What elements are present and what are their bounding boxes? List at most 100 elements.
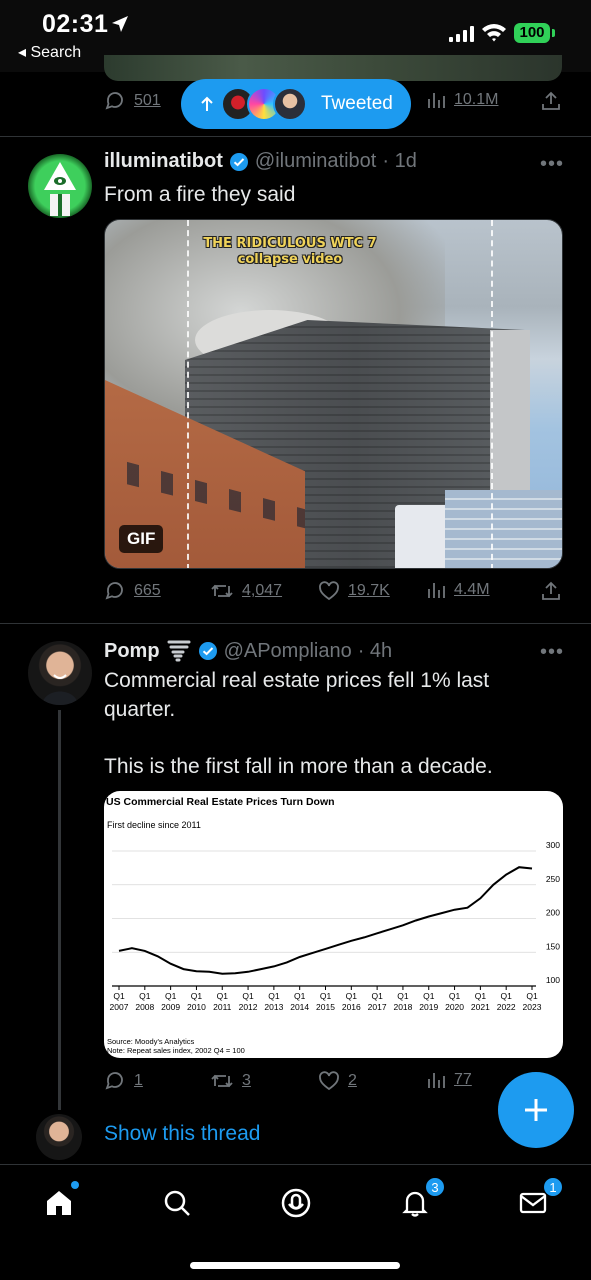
previous-tweet-media[interactable] [104,55,562,81]
heart-icon [319,1071,339,1091]
views-button[interactable]: 4.4M [426,580,490,600]
views-button[interactable]: 10.1M [426,90,498,110]
back-to-search-link[interactable]: ◂ Search [18,42,81,62]
divider [0,136,591,137]
pill-label: Tweeted [321,93,393,114]
share-icon [542,91,560,110]
chart-subtitle: First decline since 2011 [107,820,201,830]
plus-icon [525,1099,547,1121]
tweet1-actions: 665 4,047 19.7K 4.4M [104,580,564,610]
tweet1-gif[interactable]: THE RIDICULOUS WTC 7 collapse video GIF [104,219,563,569]
home-unread-dot [71,1181,79,1189]
glass-building [445,490,562,568]
gif-badge: GIF [119,525,164,553]
tweet2-handle[interactable]: @APompliano [224,640,352,663]
reply-button[interactable]: 501 [104,90,161,112]
views-button[interactable]: 77 [426,1070,472,1090]
tweet1-handle[interactable]: @iluminatibot [255,150,376,173]
tweet2-text-line1: Commercial real estate prices fell 1% la… [104,669,490,721]
chart-source: Source: Moody's Analytics [107,1037,195,1046]
pomp-avatar[interactable] [28,641,92,705]
illuminatibot-avatar[interactable] [28,154,92,218]
battery-cap [552,29,555,37]
x-tick-year: 2014 [290,1002,309,1012]
retweet-button[interactable]: 4,047 [210,580,282,602]
eye-pyramid-icon [44,162,76,216]
x-tick-year: 2011 [213,1002,232,1012]
share-button[interactable] [540,580,562,602]
nav-messages[interactable]: 1 [513,1177,563,1223]
x-tick-year: 2008 [135,1002,154,1012]
new-tweets-pill[interactable]: Tweeted [181,79,411,129]
tweet2-more-button[interactable]: ••• [540,641,564,664]
battery-level: 100 [514,23,550,43]
y-tick-label: 200 [546,908,560,918]
x-tick-quarter: Q1 [217,991,229,1001]
x-tick-year: 2019 [419,1002,438,1012]
x-tick-quarter: Q1 [268,991,280,1001]
reply-count: 501 [134,92,161,109]
like-button[interactable]: 19.7K [318,580,390,602]
tweet2-actions: 1 3 2 77 [104,1070,564,1100]
pill-avatars [221,87,307,121]
x-tick-year: 2022 [497,1002,516,1012]
arrow-up-icon [201,96,213,111]
reply-button[interactable]: 1 [104,1070,143,1092]
reply-icon [105,1072,123,1090]
views-icon [428,1073,445,1088]
chart-note: Note: Repeat sales index, 2002 Q4 = 100 [107,1046,245,1055]
verified-badge-icon [229,152,248,171]
tornado-emoji-icon [167,640,191,662]
nav-spaces[interactable] [276,1183,316,1223]
like-button[interactable]: 2 [318,1070,357,1092]
guide-line-right [491,220,493,568]
share-icon [542,581,560,600]
verified-badge-icon [198,642,217,660]
x-tick-quarter: Q1 [346,991,358,1001]
views-count: 77 [454,1071,472,1088]
tweet1-text: From a fire they said [104,183,296,206]
thread-avatar[interactable] [36,1114,82,1160]
reply-count: 665 [134,582,161,599]
views-count: 4.4M [454,581,490,598]
x-tick-quarter: Q1 [449,991,461,1001]
search-icon [164,1190,190,1216]
retweet-icon [211,584,233,598]
y-tick-label: 250 [546,874,560,884]
like-count: 2 [348,1072,357,1089]
mail-icon [519,1192,547,1214]
x-tick-quarter: Q1 [294,991,306,1001]
tweet1-more-button[interactable]: ••• [540,153,564,176]
x-tick-year: 2010 [187,1002,206,1012]
y-tick-label: 150 [546,941,560,951]
retweet-count: 3 [242,1072,251,1089]
divider [0,623,591,624]
views-icon [428,93,445,108]
x-tick-quarter: Q1 [242,991,254,1001]
x-tick-year: 2012 [239,1002,258,1012]
reply-icon [105,582,123,600]
tweet2-chart-image[interactable]: US Commercial Real Estate Prices Turn Do… [104,791,563,1058]
x-tick-quarter: Q1 [371,991,383,1001]
tweet1-author-name[interactable]: illuminatibot [104,150,223,173]
compose-tweet-button[interactable] [498,1072,574,1148]
x-tick-quarter: Q1 [423,991,435,1001]
share-button[interactable] [540,90,562,112]
nav-home[interactable] [39,1181,79,1223]
show-this-thread-link[interactable]: Show this thread [104,1122,260,1146]
pill-avatar-3 [273,87,307,121]
x-tick-year: 2007 [110,1002,129,1012]
x-tick-year: 2015 [316,1002,335,1012]
x-tick-quarter: Q1 [475,991,487,1001]
x-tick-quarter: Q1 [191,991,203,1001]
tweet2-author-name[interactable]: Pomp [104,640,160,663]
reply-button[interactable]: 665 [104,580,161,602]
x-tick-year: 2020 [445,1002,464,1012]
nav-search[interactable] [157,1183,197,1223]
x-tick-year: 2018 [393,1002,412,1012]
tweet2-header: Pomp @APompliano · 4h [104,638,392,664]
person-avatar-icon [42,674,78,705]
bell-icon [402,1191,428,1217]
nav-notifications[interactable]: 3 [395,1177,445,1223]
retweet-button[interactable]: 3 [210,1070,251,1092]
